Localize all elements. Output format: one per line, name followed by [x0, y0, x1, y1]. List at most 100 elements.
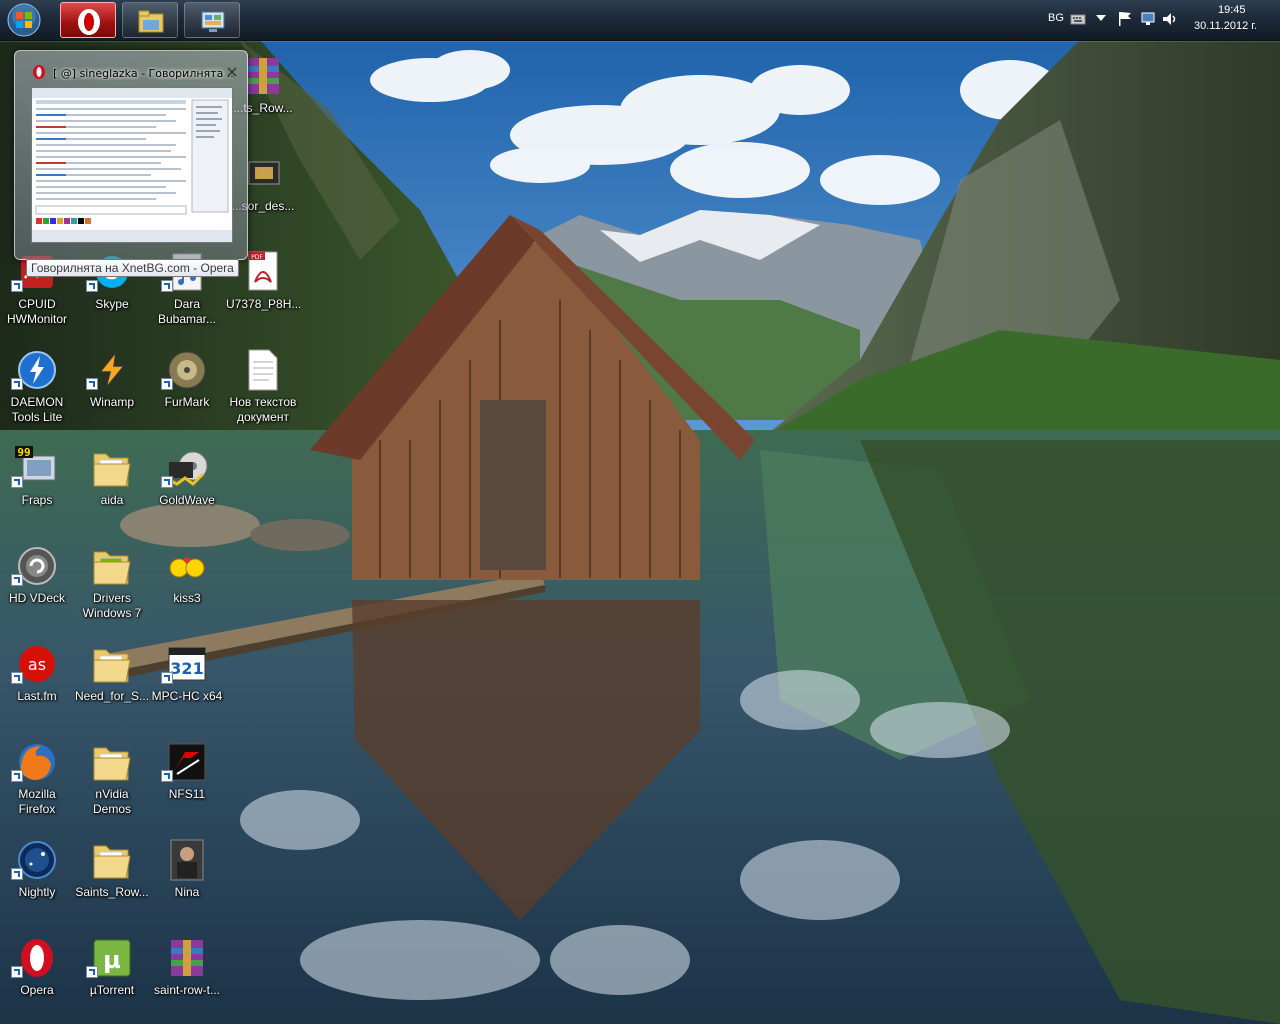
desktop-icon-fraps[interactable]: 99 Fraps	[0, 440, 74, 534]
desktop-icon-label: Mozilla Firefox	[18, 787, 56, 816]
shortcut-arrow-icon	[161, 672, 173, 684]
desktop-icon-label: Need_for_S...	[75, 689, 149, 703]
desktop-icon-lastfm[interactable]: as Last.fm	[0, 636, 74, 730]
desktop-icon-label: nVidia Demos	[92, 787, 131, 816]
language-indicator[interactable]: BG	[1048, 12, 1064, 24]
desktop-icon-label: Нов текстов документ	[229, 395, 297, 424]
network-icon[interactable]	[1140, 11, 1156, 27]
shortcut-arrow-icon	[161, 378, 173, 390]
desktop-icon-label: Nightly	[18, 885, 56, 899]
photo-icon	[170, 839, 204, 881]
shortcut-arrow-icon	[11, 868, 23, 880]
preview-window-title: [ @] sineglazka - Говорилнята ...	[53, 67, 233, 80]
svg-text:as: as	[28, 655, 46, 674]
desktop-icon-label: MPC-HC x64	[151, 689, 223, 703]
desktop-icon-mpc-hc[interactable]: 321 MPC-HC x64	[150, 636, 224, 730]
desktop-icon-label: Skype	[95, 297, 129, 311]
desktop-icon-nightly[interactable]: Nightly	[0, 832, 74, 926]
svg-text:µ: µ	[103, 946, 121, 974]
control-panel-icon	[201, 11, 225, 32]
desktop-icon-nina[interactable]: Nina	[150, 832, 224, 926]
folder-icon	[93, 747, 131, 781]
opera-icon	[78, 9, 100, 35]
desktop-icon-label: U7378_P8H...	[226, 297, 300, 311]
svg-text:PDF: PDF	[251, 254, 263, 261]
desktop-icon-new-text-document[interactable]: Нов текстов документ	[226, 342, 300, 436]
thumbnail-image	[32, 88, 232, 242]
desktop-icon-mozilla-firefox[interactable]: Mozilla Firefox	[0, 734, 74, 828]
show-hidden-icons-chevron[interactable]	[1096, 15, 1106, 23]
keyboard-icon[interactable]	[1070, 12, 1086, 26]
desktop-icon-goldwave[interactable]: GoldWave	[150, 440, 224, 534]
folder-icon	[93, 551, 131, 585]
shortcut-arrow-icon	[86, 280, 98, 292]
action-center-flag-icon[interactable]	[1118, 11, 1132, 27]
folder-icon	[93, 453, 131, 487]
start-button[interactable]	[4, 2, 44, 38]
desktop-icon-label: Opera	[20, 983, 54, 997]
shortcut-arrow-icon	[11, 378, 23, 390]
taskbar-explorer-button[interactable]	[122, 2, 178, 38]
desktop-icon-label: GoldWave	[159, 493, 215, 507]
folder-icon	[93, 845, 131, 879]
system-tray: BG 19:45 30.11.2012 г.	[1040, 0, 1280, 40]
desktop-icon-label: HD VDeck	[8, 591, 65, 605]
close-icon[interactable]	[225, 65, 239, 79]
desktop-icon-label: NFS11	[168, 787, 206, 801]
desktop-icon-opera[interactable]: Opera	[0, 930, 74, 1024]
desktop-icon-label: aida	[100, 493, 124, 507]
shortcut-arrow-icon	[161, 280, 173, 292]
taskbar-control-panel-button[interactable]	[184, 2, 240, 38]
smiley-icon	[169, 557, 205, 578]
desktop-icon-label: DAEMON Tools Lite	[10, 395, 64, 424]
desktop-icon-label: Dara Bubamar...	[157, 297, 217, 326]
desktop-icon-label: kiss3	[173, 591, 201, 605]
desktop-icon-nfs11[interactable]: NFS11	[150, 734, 224, 828]
clock-time[interactable]: 19:45	[1218, 4, 1246, 16]
desktop-icon-utorrent[interactable]: µ µTorrent	[75, 930, 149, 1024]
shortcut-arrow-icon	[11, 770, 23, 782]
desktop-icon-label: Last.fm	[17, 689, 57, 703]
desktop-icon-furmark[interactable]: FurMark	[150, 342, 224, 436]
taskbar-opera-button[interactable]	[60, 2, 116, 38]
desktop-icon-aida-folder[interactable]: aida	[75, 440, 149, 534]
desktop-icon-label: Drivers Windows 7	[82, 591, 142, 620]
desktop-icon-label: CPUID HWMonitor	[6, 297, 67, 326]
desktop-icon-label: Fraps	[21, 493, 53, 507]
desktop-icon-label: Saints_Row...	[75, 885, 149, 899]
desktop-icon-label: Winamp	[89, 395, 134, 409]
desktop-icon-nvidia-demos-folder[interactable]: nVidia Demos	[75, 734, 149, 828]
shortcut-arrow-icon	[86, 966, 98, 978]
shortcut-arrow-icon	[86, 378, 98, 390]
folder-library-icon	[138, 10, 164, 33]
desktop-icon-label: Nina	[174, 885, 200, 899]
shortcut-arrow-icon	[161, 476, 173, 488]
text-document-icon	[248, 349, 278, 391]
shortcut-arrow-icon	[11, 476, 23, 488]
folder-icon	[93, 649, 131, 683]
preview-tooltip: Говорилнята на XnetBG.com - Opera	[26, 259, 239, 277]
shortcut-arrow-icon	[11, 574, 23, 586]
desktop-icon-label: FurMark	[164, 395, 210, 409]
opera-icon	[33, 65, 45, 79]
desktop-icon-winamp[interactable]: Winamp	[75, 342, 149, 436]
desktop-icon-label: µTorrent	[89, 983, 135, 997]
desktop-icon-drivers-folder[interactable]: Drivers Windows 7	[75, 538, 149, 632]
preview-window-thumbnail[interactable]	[31, 87, 233, 243]
shortcut-arrow-icon	[11, 280, 23, 292]
taskbar: BG 19:45 30.11.2012 г.	[0, 0, 1280, 41]
desktop-icon-hd-vdeck[interactable]: HD VDeck	[0, 538, 74, 632]
shortcut-arrow-icon	[11, 672, 23, 684]
desktop-icon-need-for-speed-folder[interactable]: Need_for_S...	[75, 636, 149, 730]
clock-date[interactable]: 30.11.2012 г.	[1194, 20, 1257, 32]
svg-text:99: 99	[17, 446, 30, 459]
volume-icon[interactable]	[1162, 11, 1178, 27]
desktop-icon-kiss3[interactable]: kiss3	[150, 538, 224, 632]
desktop-icon-saints-row-folder[interactable]: Saints_Row...	[75, 832, 149, 926]
taskbar-thumbnail-preview[interactable]: [ @] sineglazka - Говорилнята ...	[14, 50, 248, 260]
desktop-icon-label: saint-row-t...	[153, 983, 220, 997]
shortcut-arrow-icon	[11, 966, 23, 978]
desktop-icon-saint-row-archive[interactable]: saint-row-t...	[150, 930, 224, 1024]
shortcut-arrow-icon	[161, 770, 173, 782]
desktop-icon-daemon-tools[interactable]: DAEMON Tools Lite	[0, 342, 74, 436]
